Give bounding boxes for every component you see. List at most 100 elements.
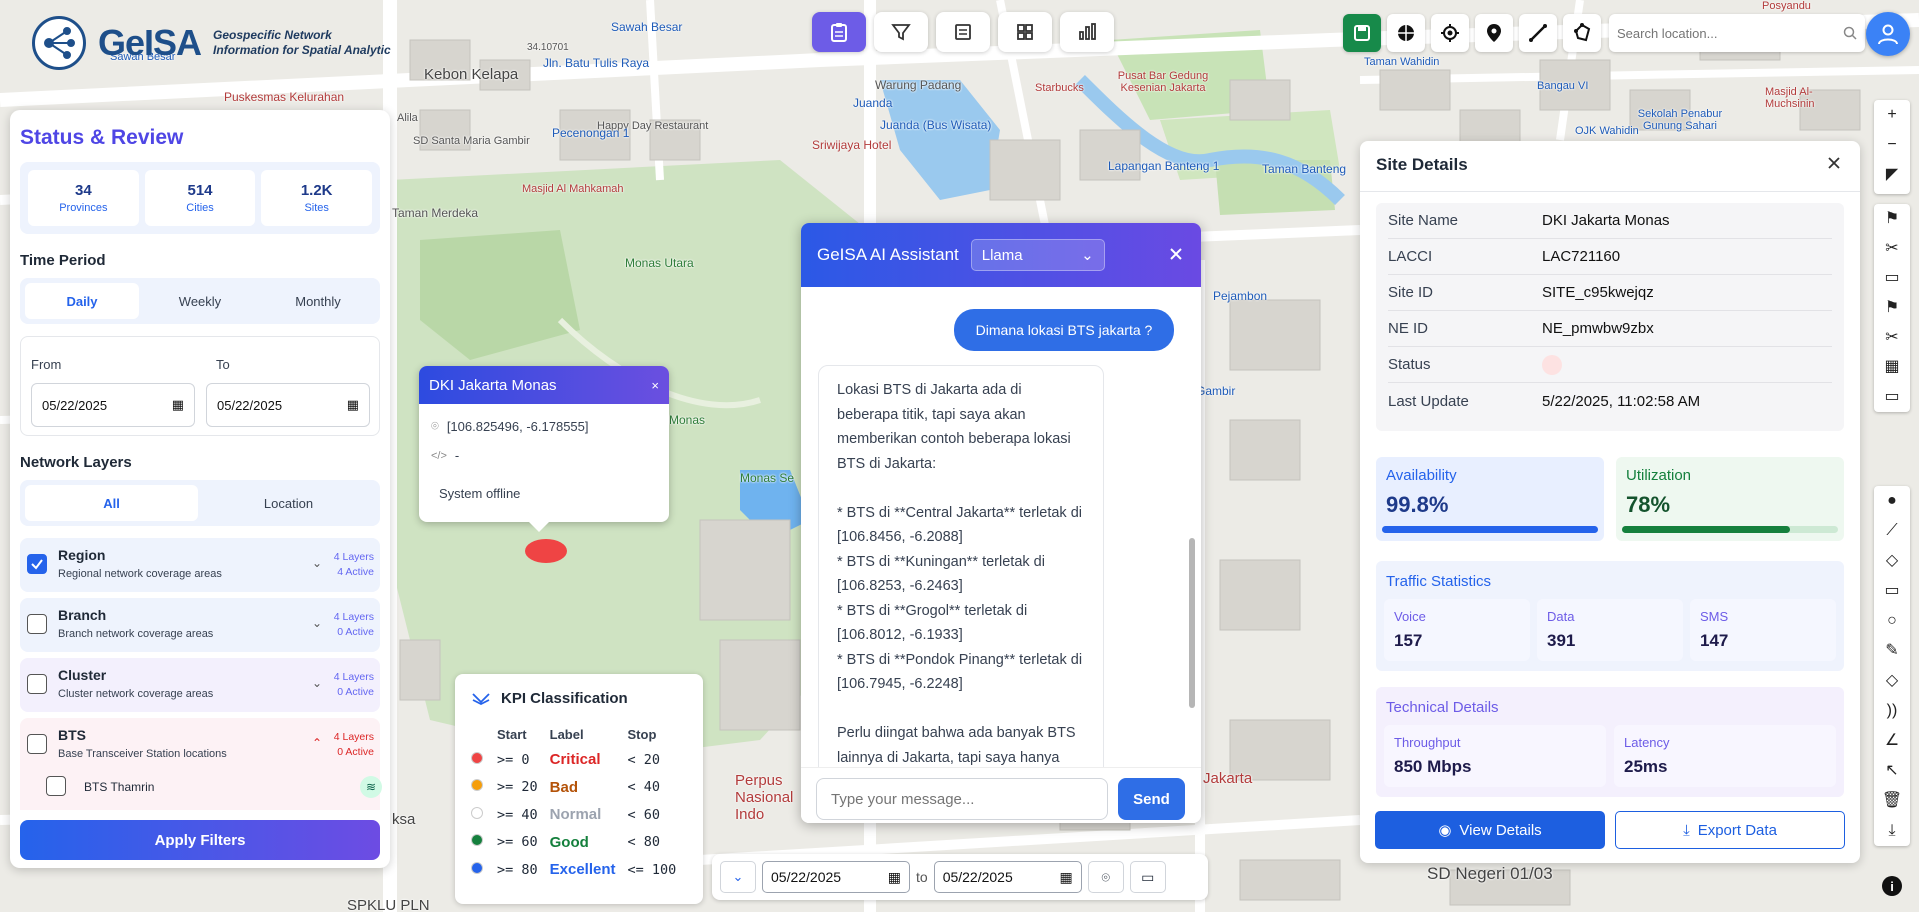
chat-toggle-button[interactable]: ▭	[1129, 861, 1166, 893]
bar-from-date[interactable]: 05/22/2025 ▦	[762, 861, 910, 893]
flag-button-2[interactable]: ⚑	[1874, 293, 1910, 323]
model-select[interactable]: Llama ⌄	[970, 239, 1105, 271]
measure-button[interactable]	[1519, 14, 1557, 52]
compass-icon: ◤	[1885, 166, 1899, 183]
branch-checkbox[interactable]	[27, 614, 47, 634]
chat-scrollbar[interactable]	[1189, 538, 1195, 708]
locate-button[interactable]	[1431, 14, 1469, 52]
kpi-label: Normal	[549, 806, 602, 824]
freehand-button[interactable]: ✎	[1874, 636, 1910, 666]
period-selector: Daily Weekly Monthly	[20, 278, 380, 324]
location-search[interactable]	[1609, 14, 1865, 52]
kpi-header-stop: Stop	[627, 726, 657, 742]
chat-message-input[interactable]	[816, 778, 1108, 820]
apply-filters-button[interactable]: Apply Filters	[20, 820, 380, 860]
kpi-header-start: Start	[497, 726, 527, 742]
kpi-start: >= 60	[497, 834, 538, 851]
tab-location[interactable]: Location	[202, 485, 375, 521]
chevron-up-icon[interactable]: ⌃	[312, 736, 322, 750]
kpi-table: Start Label Stop >= 0 Critical < 20 >= 20 Bad <…	[465, 722, 682, 884]
calendar-icon: ▦	[1059, 868, 1073, 885]
flag-button[interactable]: ⚑	[1874, 204, 1910, 234]
wrench-icon: ✂	[1885, 328, 1899, 346]
kpi-title: KPI Classification	[501, 690, 628, 707]
time-period-title: Time Period	[20, 252, 106, 269]
zoom-in-button[interactable]: +	[1874, 100, 1910, 130]
close-site-button[interactable]	[1826, 155, 1842, 174]
layers-icon[interactable]: ≋	[360, 776, 382, 798]
zoom-out-button[interactable]: −	[1874, 130, 1910, 160]
list-button[interactable]	[936, 12, 990, 52]
traffic-data: Data 391	[1537, 599, 1683, 661]
throughput: Throughput 850 Mbps	[1384, 725, 1606, 787]
bts-checkbox[interactable]	[27, 734, 47, 754]
view-details-button[interactable]: ◉ View Details	[1375, 811, 1605, 849]
site-popup: DKI Jakarta Monas × ⌾ [106.825496, -6.1785…	[419, 366, 669, 532]
kpi-color-dot	[471, 779, 483, 792]
search-input[interactable]	[1617, 25, 1843, 41]
kpi-start: >= 40	[497, 806, 538, 823]
apps-button[interactable]: ▦	[1874, 353, 1910, 383]
ticket-button-2[interactable]: ▭	[1874, 382, 1910, 412]
locate-date-button[interactable]: ⌾	[1087, 861, 1124, 893]
close-chat-button[interactable]	[1167, 245, 1185, 266]
tab-daily[interactable]: Daily	[25, 283, 139, 319]
minus-icon: −	[1887, 136, 1897, 153]
draw-line-button[interactable]: ⟋	[1874, 516, 1910, 546]
popup-title: DKI Jakarta Monas	[429, 376, 557, 394]
site-details-title: Site Details	[1376, 155, 1468, 174]
polygon-button[interactable]	[1563, 14, 1601, 52]
draw-point-button[interactable]: ●	[1874, 486, 1910, 516]
map-label: 34.10701	[527, 42, 569, 53]
user-avatar-button[interactable]	[1866, 12, 1910, 56]
collapse-button[interactable]: ⌄	[720, 861, 756, 893]
ticket-icon: ▭	[1884, 269, 1900, 287]
grid-button[interactable]	[998, 12, 1052, 52]
info-icon[interactable]: i	[1882, 876, 1902, 896]
tools-button-2[interactable]: ✂	[1874, 323, 1910, 353]
export-data-button[interactable]: ⤓ Export Data	[1615, 811, 1845, 849]
kpi-start: >= 80	[497, 861, 538, 878]
chart-button[interactable]	[1060, 12, 1114, 52]
ticket-button[interactable]: ▭	[1874, 263, 1910, 293]
tab-all[interactable]: All	[25, 485, 198, 521]
zoom-controls: + − ◤	[1874, 100, 1910, 194]
layer-cluster[interactable]: Cluster Cluster network coverage areas ⌄…	[20, 658, 380, 712]
draw-polygon-button[interactable]: ◇	[1874, 546, 1910, 576]
angle-button[interactable]: ∠	[1874, 726, 1910, 756]
to-date-input[interactable]: 05/22/2025 ▦	[206, 383, 370, 427]
cluster-checkbox[interactable]	[27, 674, 47, 694]
layer-branch[interactable]: Branch Branch network coverage areas ⌄ 4…	[20, 598, 380, 652]
pin-button[interactable]	[1475, 14, 1513, 52]
chevron-down-icon[interactable]: ⌄	[312, 616, 322, 630]
compass-button[interactable]: ◤	[1874, 160, 1910, 190]
chevron-down-icon[interactable]: ⌄	[312, 556, 322, 570]
draw-circle-button[interactable]: ○	[1874, 606, 1910, 636]
signal-button[interactable]: ))	[1874, 696, 1910, 726]
download-button[interactable]: ⤓	[1874, 816, 1910, 846]
date-range: From To 05/22/2025 ▦ 05/22/2025 ▦	[20, 336, 380, 436]
send-button[interactable]: Send	[1118, 778, 1185, 820]
basemap-button[interactable]	[1387, 14, 1425, 52]
save-button[interactable]	[1343, 14, 1381, 52]
draw-rectangle-button[interactable]: ▭	[1874, 576, 1910, 606]
bts-thamrin-checkbox[interactable]	[46, 776, 66, 796]
tab-monthly[interactable]: Monthly	[261, 283, 375, 319]
delete-button[interactable]: 🗑	[1874, 786, 1910, 816]
eraser-button[interactable]: ◇	[1874, 666, 1910, 696]
popup-code: -	[454, 448, 460, 463]
bar-to-date[interactable]: 05/22/2025 ▦	[933, 861, 1082, 893]
technical-title: Technical Details	[1386, 699, 1499, 716]
filter-button[interactable]	[874, 12, 928, 52]
tab-weekly[interactable]: Weekly	[143, 283, 257, 319]
layer-region[interactable]: Region Regional network coverage areas ⌄…	[20, 538, 380, 592]
close-icon[interactable]: ×	[651, 378, 659, 393]
select-button[interactable]: ↖	[1874, 756, 1910, 786]
layer-bts[interactable]: BTS Base Transceiver Station locations ⌃…	[20, 718, 380, 772]
point-icon: ●	[1887, 492, 1897, 509]
clipboard-button[interactable]	[812, 12, 866, 52]
chevron-down-icon[interactable]: ⌄	[312, 676, 322, 690]
region-checkbox[interactable]	[27, 554, 47, 574]
from-date-input[interactable]: 05/22/2025 ▦	[31, 383, 195, 427]
tools-button[interactable]: ✂	[1874, 234, 1910, 264]
